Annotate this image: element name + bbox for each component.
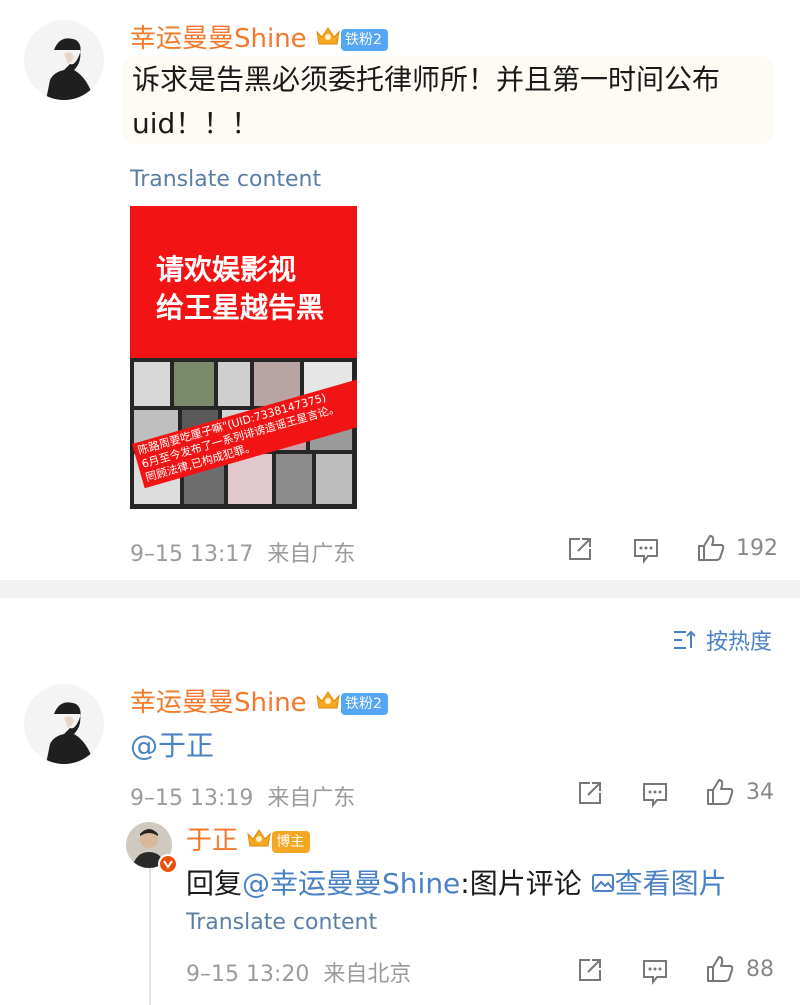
sort-label: 按热度 [706,630,773,655]
section-divider [0,580,800,598]
translate-link[interactable]: Translate content [130,167,321,192]
share-icon[interactable] [576,779,604,807]
mention-link[interactable]: @幸运曼曼Shine [242,867,460,900]
crown-icon [315,23,341,57]
username[interactable]: 于正 博主 [186,824,311,859]
comment-meta: 9–15 13:17 来自广东 [130,542,356,567]
fan-badge: 铁粉2 [340,28,388,51]
sort-icon [672,628,698,656]
sort-toggle[interactable]: 按热度 [672,624,772,656]
crown-icon [246,825,272,859]
crown-icon [315,687,341,721]
thread-line [149,864,151,1005]
comment-icon[interactable] [641,780,669,808]
fan-badge: 铁粉2 [340,692,388,715]
share-icon[interactable] [576,956,604,984]
comment-meta: 9–15 13:20 来自北京 [186,962,412,987]
like-count: 34 [746,780,774,805]
avatar[interactable] [24,684,104,764]
comment-image[interactable]: 请欢娱影视 给王星越告黑 陈路周要吃厘子嘛"(UID:7338147375) 6… [130,206,357,509]
username[interactable]: 幸运曼曼Shine 铁粉2 [130,22,388,57]
like-count: 192 [736,536,778,561]
mention-link[interactable]: @于正 [130,724,214,768]
image-headline-1: 请欢娱影视 [156,253,297,286]
comment-icon[interactable] [632,536,660,564]
verified-icon [158,854,178,874]
share-icon[interactable] [566,535,594,563]
author-badge: 博主 [272,830,311,853]
like-count: 88 [746,957,774,982]
like-icon[interactable] [705,954,735,984]
view-image-link[interactable]: 查看图片 [591,867,727,900]
image-icon [591,863,615,907]
like-icon[interactable] [696,533,726,563]
image-headline-2: 给王星越告黑 [156,291,325,324]
comment-icon[interactable] [641,957,669,985]
username[interactable]: 幸运曼曼Shine 铁粉2 [130,686,388,721]
comment-text: 诉求是告黑必须委托律师所！并且第一时间公布uid！！！ [132,63,721,140]
like-icon[interactable] [705,777,735,807]
comment-meta: 9–15 13:19 来自广东 [130,786,356,811]
avatar[interactable] [24,20,104,100]
translate-link[interactable]: Translate content [186,910,377,935]
reply-text: 回复@幸运曼曼Shine:图片评论 查看图片 [186,862,727,907]
